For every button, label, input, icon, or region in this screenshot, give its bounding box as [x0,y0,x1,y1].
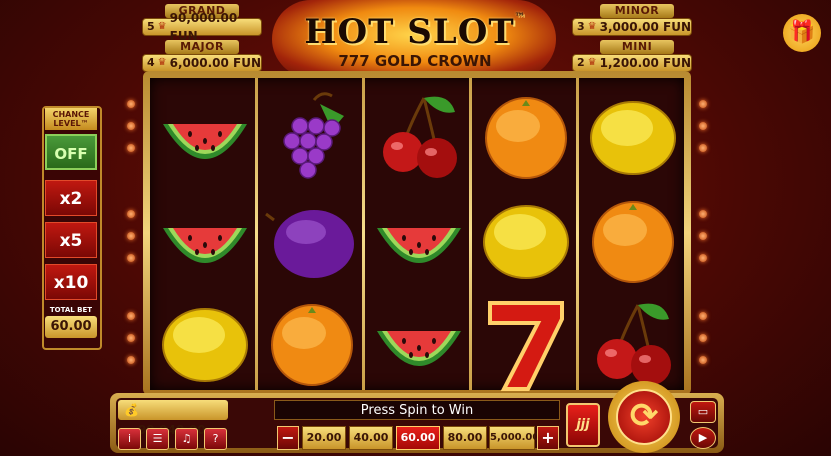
reel-separator [362,78,365,390]
sound-button[interactable]: ♫ [175,428,198,450]
payline-dot [127,100,135,108]
bet-option[interactable]: 40.00 [349,426,393,450]
crown-icon: ♛ [587,57,597,68]
total-bet-label: TOTAL BET [49,306,93,314]
watermelon-symbol [155,190,255,290]
minor-jackpot-value: 3 ♛ 3,000.00 FUN [572,18,692,36]
chance-off-button[interactable]: OFF [45,134,97,170]
logo-title: HOT SLOT™ [302,12,528,52]
payline-dot [127,312,135,320]
lemon-symbol [155,293,255,393]
watermelon-symbol [369,293,469,393]
autoplay-button[interactable]: ▭ [690,401,716,423]
payline-dot [699,210,707,218]
cherries-symbol [583,293,683,393]
bet-option[interactable]: 20.00 [302,426,346,450]
balance-display: 💰 99,940.00 [118,400,228,437]
reel-separator [576,78,579,390]
payline-dot [127,334,135,342]
grand-jackpot-count: 5 [147,20,155,33]
major-jackpot-value: 4 ♛ 6,000.00 FUN [142,54,262,72]
mini-jackpot-amount: 1,200.00 FUN [599,56,692,70]
menu-button[interactable]: ☰ [146,428,169,450]
total-bet-value: 60.00 [45,316,97,338]
payline-dot [127,232,135,240]
major-jackpot-count: 4 [147,56,155,69]
lemon-symbol [476,190,576,290]
payline-dot [699,122,707,130]
chance-x2-button[interactable]: x2 [45,180,97,216]
watermelon-symbol [369,190,469,290]
play-icon: ▶ [698,431,708,444]
orange-symbol [262,293,362,393]
play-button[interactable]: ▶ [690,427,716,449]
chance-x5-button[interactable]: x5 [45,222,97,258]
grand-jackpot-value: 5 ♛ 90,000.00 FUN [142,11,262,43]
plum-symbol [262,190,362,290]
payline-dot [699,356,707,364]
crown-icon: ♛ [587,21,597,32]
payline-dot [699,232,707,240]
logo-title-text: HOT SLOT [304,12,515,52]
seven-symbol [476,293,576,393]
payline-dot [127,254,135,262]
payline-dot [699,312,707,320]
payline-dot [127,122,135,130]
logo-trademark: ™ [514,12,526,23]
payline-dot [699,254,707,262]
help-button[interactable]: ? [204,428,227,450]
bet-option-selected[interactable]: 60.00 [396,426,440,450]
lemon-symbol [583,86,683,186]
reel-separator [469,78,472,390]
orange-symbol [476,86,576,186]
bet-option[interactable]: 5,000.00 [489,426,539,450]
logo-subtitle: 777 GOLD CROWN [338,52,492,70]
mini-jackpot-title: MINI [600,40,674,54]
chance-title-line1: CHANCE [52,110,90,119]
minor-jackpot-count: 3 [577,20,585,33]
minor-jackpot-title: MINOR [600,4,674,18]
spin-button[interactable]: ⟳ [616,389,672,445]
autoplay-icon: ▭ [697,405,709,418]
chance-x10-button[interactable]: x10 [45,264,97,300]
speaker-icon: ♫ [181,432,192,445]
refresh-icon: ⟳ [629,396,659,436]
status-message: Press Spin to Win [274,400,560,420]
orange-symbol [583,190,683,290]
payline-dot [699,334,707,342]
grapes-symbol [262,86,362,186]
crown-icon: ♛ [157,21,167,32]
gift-icon[interactable]: 🎁 [783,14,821,52]
bet-option[interactable]: 80.00 [443,426,487,450]
watermelon-symbol [155,86,255,186]
crown-icon: ♛ [157,57,167,68]
payline-dot [127,210,135,218]
turbo-button[interactable]: jjj [566,403,600,447]
chance-title-line2: LEVEL™ [53,119,89,128]
payline-dot [699,100,707,108]
mini-jackpot-value: 2 ♛ 1,200.00 FUN [572,54,692,72]
payline-dot [699,144,707,152]
minor-jackpot-amount: 3,000.00 FUN [599,20,692,34]
money-bag-icon: 💰 [124,403,139,417]
major-jackpot-amount: 6,000.00 FUN [169,56,262,70]
mini-jackpot-count: 2 [577,56,585,69]
payline-dot [127,144,135,152]
chance-level-title: CHANCE LEVEL™ [45,108,97,130]
major-jackpot-title: MAJOR [165,40,239,54]
payline-dot [127,356,135,364]
reel-separator [255,78,258,390]
bet-decrease-button[interactable]: − [277,426,299,450]
bet-increase-button[interactable]: + [537,426,559,450]
cherries-symbol [369,86,469,186]
info-button[interactable]: i [118,428,141,450]
